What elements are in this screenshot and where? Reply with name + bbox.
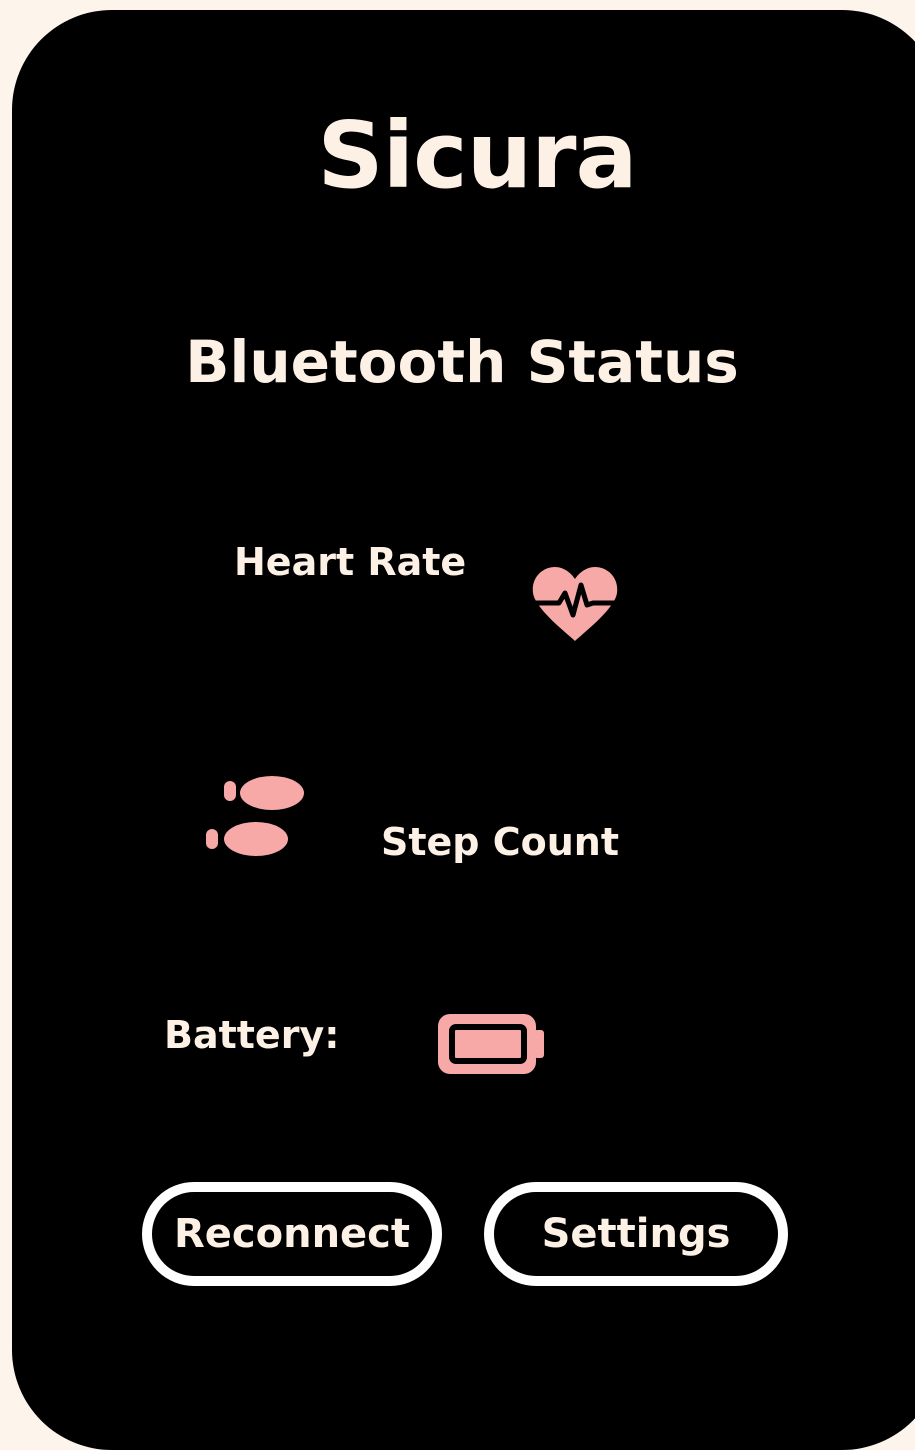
battery-icon — [438, 1014, 544, 1074]
bluetooth-status-heading: Bluetooth Status — [185, 328, 739, 396]
settings-button-label: Settings — [541, 1211, 731, 1257]
settings-button[interactable]: Settings — [484, 1182, 788, 1286]
footsteps-icon — [206, 776, 304, 856]
reconnect-button-label: Reconnect — [173, 1211, 411, 1257]
heart-pulse-icon — [529, 567, 621, 641]
app-title: Sicura — [317, 102, 637, 209]
reconnect-button[interactable]: Reconnect — [142, 1182, 442, 1286]
app-screen: Sicura Bluetooth Status Heart Rate Step … — [12, 10, 915, 1450]
battery-label: Battery: — [164, 1013, 340, 1057]
step-count-label: Step Count — [381, 820, 620, 864]
heart-rate-label: Heart Rate — [234, 540, 467, 584]
